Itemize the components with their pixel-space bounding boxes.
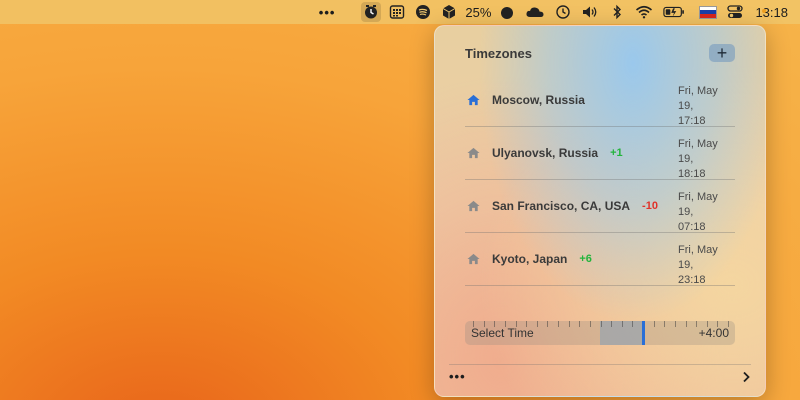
time-machine-icon[interactable] <box>553 2 573 22</box>
timezone-app-icon[interactable] <box>361 2 382 22</box>
timezone-offset: -10 <box>642 200 658 212</box>
home-icon <box>467 94 480 106</box>
more-options-button[interactable]: ••• <box>449 369 466 384</box>
slider-offset-value: +4:00 <box>698 326 729 340</box>
timezone-date: Fri, May 19, <box>678 244 718 271</box>
panel-title: Timezones <box>465 46 532 61</box>
timezone-row-ulyanovsk[interactable]: Ulyanovsk, Russia +1 Fri, May 19, 18:18 <box>465 127 735 180</box>
timezone-name: San Francisco, CA, USA <box>492 199 631 213</box>
timezone-row-san-francisco[interactable]: San Francisco, CA, USA -10 Fri, May 19, … <box>465 180 735 233</box>
menubar-overflow-dots[interactable]: ••• <box>319 5 336 20</box>
timezone-date: Fri, May 19, <box>678 191 718 218</box>
slider-thumb[interactable] <box>642 321 645 345</box>
timezone-time: 23:18 <box>678 274 706 286</box>
timezone-offset: +6 <box>579 253 592 265</box>
home-icon[interactable] <box>467 147 480 159</box>
bluetooth-icon[interactable] <box>607 2 627 22</box>
clock-dot <box>762 9 766 13</box>
cloud-icon[interactable] <box>523 2 547 22</box>
timezone-datetime: Fri, May 19, 23:18 <box>678 243 735 288</box>
tomato-icon[interactable] <box>497 2 517 22</box>
calendar-grid-icon[interactable] <box>387 2 407 22</box>
add-timezone-button[interactable]: + <box>709 44 735 62</box>
russia-flag-icon[interactable] <box>697 2 719 22</box>
battery-icon[interactable] <box>661 2 687 22</box>
cube-icon[interactable] <box>439 2 459 22</box>
menubar-clock[interactable]: 13:18 <box>751 5 788 20</box>
battery-percent-label[interactable]: 25% <box>465 5 491 20</box>
timezone-offset: +1 <box>610 147 623 159</box>
timezone-name: Kyoto, Japan <box>492 252 568 266</box>
menu-bar: ••• 25% 13:18 <box>0 0 800 24</box>
timezones-panel: Timezones + Moscow, Russia Fri, May 19, … <box>434 25 766 397</box>
timezone-list: Moscow, Russia Fri, May 19, 17:18 Ulyano… <box>465 74 735 286</box>
footer-divider <box>449 364 751 365</box>
slider-label: Select Time <box>471 326 534 340</box>
timezone-datetime: Fri, May 19, 17:18 <box>678 84 735 129</box>
spotify-icon[interactable] <box>413 2 433 22</box>
timezone-name: Ulyanovsk, Russia <box>492 146 599 160</box>
wifi-icon[interactable] <box>633 2 655 22</box>
timezone-datetime: Fri, May 19, 18:18 <box>678 137 735 182</box>
home-icon[interactable] <box>467 253 480 265</box>
home-icon[interactable] <box>467 200 480 212</box>
timezone-date: Fri, May 19, <box>678 85 718 112</box>
select-time-slider[interactable]: Select Time +4:00 <box>465 321 735 345</box>
timezone-datetime: Fri, May 19, 07:18 <box>678 190 735 235</box>
volume-icon[interactable] <box>579 2 601 22</box>
timezone-name: Moscow, Russia <box>492 93 585 107</box>
timezone-row-moscow[interactable]: Moscow, Russia Fri, May 19, 17:18 <box>465 74 735 127</box>
timezone-row-kyoto[interactable]: Kyoto, Japan +6 Fri, May 19, 23:18 <box>465 233 735 286</box>
timezone-date: Fri, May 19, <box>678 138 718 165</box>
chevron-right-icon[interactable] <box>741 371 751 383</box>
control-center-icon[interactable] <box>725 2 745 22</box>
